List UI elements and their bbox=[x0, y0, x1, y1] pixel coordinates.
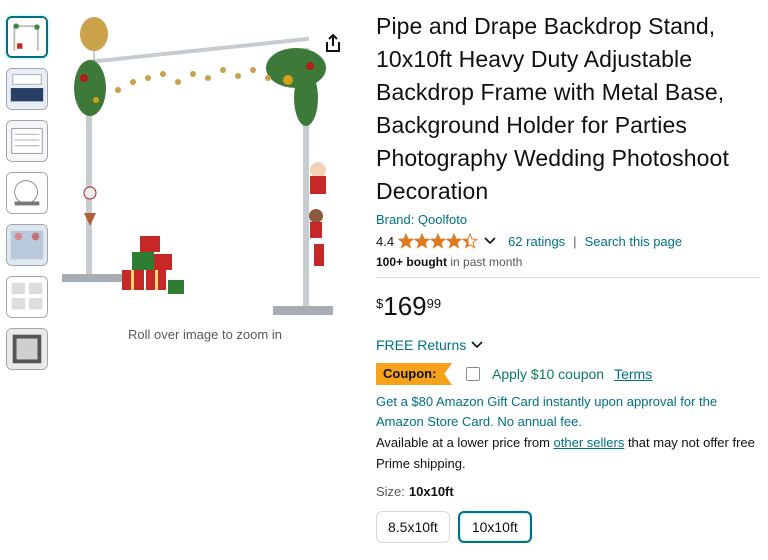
price: $ 169 99 bbox=[376, 292, 762, 322]
star-icon bbox=[414, 233, 431, 249]
coupon-row: Coupon: Apply $10 coupon Terms bbox=[376, 362, 762, 386]
zoom-hint: Roll over image to zoom in bbox=[128, 327, 282, 342]
search-this-page-link[interactable]: Search this page bbox=[585, 234, 683, 249]
divider bbox=[376, 277, 760, 278]
thumbnail-6[interactable] bbox=[6, 276, 48, 318]
thumbnail-list bbox=[6, 16, 50, 380]
separator: | bbox=[573, 233, 577, 249]
thumbnail-4[interactable] bbox=[6, 172, 48, 214]
bought-count-bold: 100+ bought bbox=[376, 255, 448, 269]
lower-price-prefix: Available at a lower price from bbox=[376, 435, 554, 450]
lower-price-note: Available at a lower price from other se… bbox=[376, 432, 762, 474]
product-info: Pipe and Drape Backdrop Stand, 10x10ft H… bbox=[376, 10, 762, 543]
thumbnail-5[interactable] bbox=[6, 224, 48, 266]
ratings-link[interactable]: 62 ratings bbox=[508, 234, 565, 249]
thumbnail-7[interactable] bbox=[6, 328, 48, 370]
chevron-down-icon[interactable] bbox=[484, 237, 496, 245]
product-title: Pipe and Drape Backdrop Stand, 10x10ft H… bbox=[376, 13, 729, 204]
brand-link[interactable]: Brand: Qoolfoto bbox=[376, 212, 762, 227]
bought-count: 100+ bought in past month bbox=[376, 255, 762, 269]
main-product-image[interactable] bbox=[58, 8, 358, 328]
star-rating[interactable] bbox=[398, 233, 479, 249]
coupon-terms-link[interactable]: Terms bbox=[614, 366, 652, 382]
size-options: 8.5x10ft 10x10ft bbox=[376, 511, 762, 543]
coupon-badge: Coupon: bbox=[376, 363, 452, 385]
star-icon bbox=[446, 233, 463, 249]
rating-value: 4.4 bbox=[376, 233, 395, 249]
coupon-text[interactable]: Apply $10 coupon bbox=[492, 366, 604, 382]
thumbnail-1[interactable] bbox=[6, 16, 48, 58]
chevron-down-icon bbox=[471, 341, 483, 349]
thumbnail-2[interactable] bbox=[6, 68, 48, 110]
share-icon[interactable] bbox=[320, 30, 346, 56]
coupon-checkbox[interactable] bbox=[466, 367, 480, 381]
rating-row: 4.4 62 ratings | Search this page bbox=[376, 232, 762, 250]
price-symbol: $ bbox=[376, 296, 384, 311]
store-card-promo[interactable]: Get a $80 Amazon Gift Card instantly upo… bbox=[376, 392, 762, 432]
size-label: Size: bbox=[376, 484, 405, 499]
other-sellers-link[interactable]: other sellers bbox=[554, 435, 625, 450]
size-option-8-5x10ft[interactable]: 8.5x10ft bbox=[376, 511, 450, 543]
bought-count-rest: in past month bbox=[447, 255, 523, 269]
price-whole: 169 bbox=[383, 291, 427, 321]
free-returns-label: FREE Returns bbox=[376, 337, 467, 353]
size-option-10x10ft[interactable]: 10x10ft bbox=[457, 511, 532, 543]
size-label-row: Size: 10x10ft bbox=[376, 484, 762, 499]
price-fraction: 99 bbox=[426, 296, 442, 311]
star-icon bbox=[430, 233, 447, 249]
star-icon bbox=[462, 233, 479, 249]
free-returns[interactable]: FREE Returns bbox=[376, 336, 762, 354]
size-selected-value: 10x10ft bbox=[408, 484, 454, 499]
star-icon bbox=[398, 233, 415, 249]
thumbnail-3[interactable] bbox=[6, 120, 48, 162]
